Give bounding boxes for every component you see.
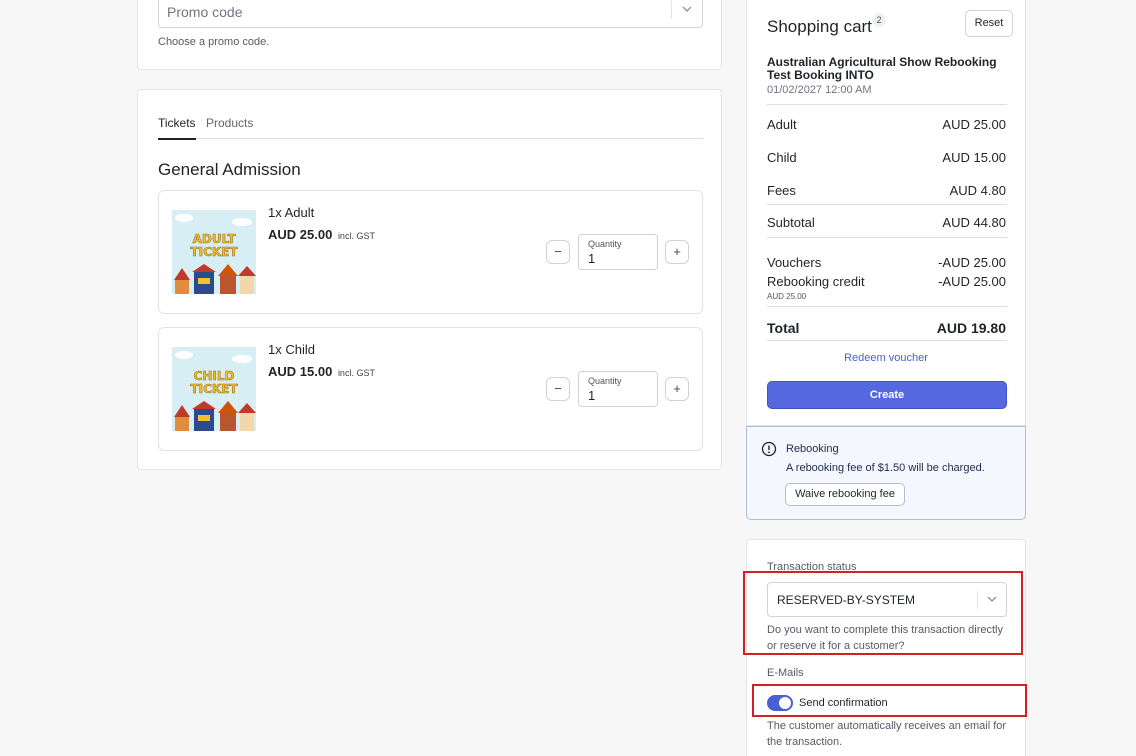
increase-quantity-button[interactable]: + (665, 377, 689, 401)
increase-quantity-button[interactable]: + (665, 240, 689, 264)
ticket-image-child: CHILD TICKET (172, 347, 256, 431)
quantity-input[interactable]: Quantity 1 (578, 234, 658, 270)
ticket-image-text: CHILD (194, 369, 235, 383)
line-item-amount: AUD 15.00 (942, 150, 1006, 165)
ticket-item-child: CHILD TICKET 1x Child AUD 15.00 incl. GS… (158, 327, 703, 451)
promo-card: Promo code Choose a promo code. (137, 0, 722, 70)
create-button[interactable]: Create (767, 381, 1007, 409)
send-confirmation-toggle[interactable] (767, 695, 793, 711)
rebooking-credit-detail: AUD 25.00 (767, 292, 807, 301)
quantity-input[interactable]: Quantity 1 (578, 371, 658, 407)
transaction-status-select[interactable]: RESERVED-BY-SYSTEM (767, 582, 1007, 617)
subtotal-amount: AUD 44.80 (942, 215, 1006, 230)
ticket-name: 1x Child (268, 342, 315, 357)
vouchers-amount: -AUD 25.00 (938, 255, 1006, 270)
redeem-voucher-link[interactable]: Redeem voucher (747, 352, 1025, 364)
line-item-label: Fees (767, 183, 796, 198)
line-item-label: Child (767, 150, 797, 165)
decrease-quantity-button[interactable]: − (546, 240, 570, 264)
promo-code-placeholder: Promo code (167, 4, 243, 20)
quantity-label: Quantity (588, 239, 622, 249)
toggle-knob (779, 697, 791, 709)
ticket-image-text: ADULT (193, 232, 237, 246)
event-date: 01/02/2027 12:00 AM (767, 84, 872, 96)
emails-label: E-Mails (767, 667, 804, 679)
cart-title: Shopping cart (767, 17, 872, 36)
ticket-image-text: TICKET (190, 382, 238, 396)
decrease-quantity-button[interactable]: − (546, 377, 570, 401)
quantity-value: 1 (588, 251, 596, 266)
info-icon (761, 441, 777, 457)
ticket-price-value: AUD 15.00 (268, 364, 333, 379)
transaction-status-value: RESERVED-BY-SYSTEM (777, 593, 916, 607)
quantity-value: 1 (588, 388, 596, 403)
rebooking-credit-amount: -AUD 25.00 (938, 274, 1006, 289)
ticket-tax-note: incl. GST (337, 231, 375, 241)
quantity-label: Quantity (588, 376, 622, 386)
transaction-status-help: Do you want to complete this transaction… (767, 624, 1004, 652)
email-help: The customer automatically receives an e… (767, 720, 1007, 748)
ticket-image-adult: ADULT TICKET (172, 210, 256, 294)
promo-code-help: Choose a promo code. (158, 36, 270, 48)
tickets-card: Tickets Products General Admission ADULT… (137, 89, 722, 470)
divider (767, 306, 1007, 307)
ticket-item-adult: ADULT TICKET 1x Adult AUD 25.00 incl. GS… (158, 190, 703, 314)
line-item-amount: AUD 25.00 (942, 117, 1006, 132)
cart-count-badge: 2 (872, 13, 886, 27)
tab-tickets[interactable]: Tickets (158, 116, 196, 140)
select-separator (977, 591, 978, 609)
ticket-image-text: TICKET (190, 245, 238, 259)
subtotal-label: Subtotal (767, 215, 815, 230)
section-title: General Admission (158, 160, 301, 179)
rebooking-notice: Rebooking A rebooking fee of $1.50 will … (746, 426, 1026, 520)
ticket-price-value: AUD 25.00 (268, 227, 333, 242)
ticket-name: 1x Adult (268, 205, 315, 220)
transaction-status-label: Transaction status (767, 561, 857, 573)
promo-code-select[interactable]: Promo code (158, 0, 703, 28)
reset-button[interactable]: Reset (965, 10, 1013, 37)
divider (767, 204, 1007, 205)
shopping-cart-card: Shopping cart 2 Reset Australian Agricul… (746, 0, 1026, 426)
divider (767, 237, 1007, 238)
tab-products[interactable]: Products (206, 116, 253, 136)
divider (767, 340, 1007, 341)
rebooking-text: A rebooking fee of $1.50 will be charged… (786, 462, 985, 474)
vouchers-label: Vouchers (767, 255, 822, 270)
total-label: Total (767, 320, 800, 336)
line-item-amount: AUD 4.80 (949, 183, 1006, 198)
total-amount: AUD 19.80 (936, 320, 1006, 336)
chevron-down-icon[interactable] (681, 3, 693, 15)
tab-bar: Tickets Products (158, 116, 703, 140)
select-separator (671, 1, 672, 19)
ticket-price: AUD 15.00 incl. GST (268, 364, 375, 379)
waive-rebooking-fee-button[interactable]: Waive rebooking fee (785, 483, 905, 506)
rebooking-credit-label: Rebooking credit (767, 274, 865, 289)
ticket-tax-note: incl. GST (337, 368, 375, 378)
rebooking-title: Rebooking (786, 443, 839, 455)
transaction-settings-card: Transaction status RESERVED-BY-SYSTEM Do… (746, 539, 1026, 756)
divider (767, 104, 1007, 105)
line-item-label: Adult (767, 117, 797, 132)
event-name: Australian Agricultural Show Rebooking T… (767, 55, 997, 82)
ticket-price: AUD 25.00 incl. GST (268, 227, 375, 242)
chevron-down-icon[interactable] (986, 593, 998, 605)
send-confirmation-label: Send confirmation (799, 697, 888, 709)
